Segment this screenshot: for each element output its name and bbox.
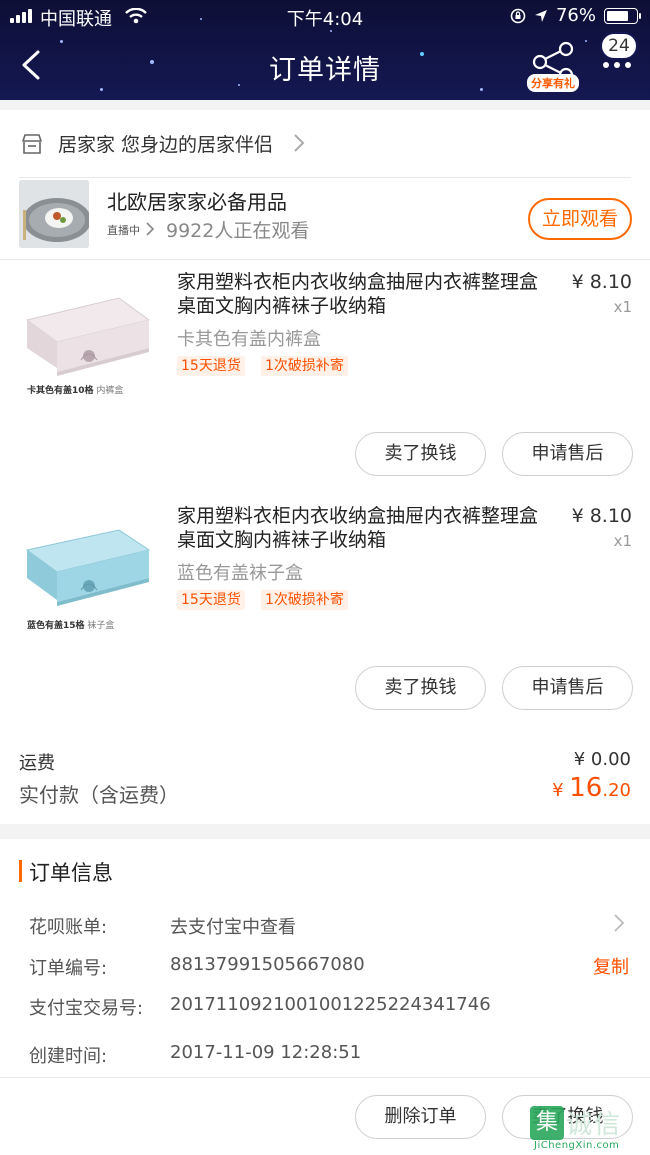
product-quantity: x1 xyxy=(613,298,632,316)
product-image[interactable]: 蓝色有盖15格 袜子盒 xyxy=(19,500,159,640)
battery-percent: 76% xyxy=(555,5,596,26)
store-icon xyxy=(22,134,42,154)
divider xyxy=(19,177,631,178)
paid-integer: 16 xyxy=(569,773,603,803)
product-price: ¥ 8.10 xyxy=(571,505,632,527)
product-spec: 卡其色有盖内裤盒 xyxy=(177,329,321,350)
copy-button[interactable]: 复制 xyxy=(593,953,629,979)
watermark-mark: 集 xyxy=(530,1106,564,1140)
after-sale-button[interactable]: 申请售后 xyxy=(502,666,633,710)
watermark-text: 诚信 xyxy=(566,1110,623,1140)
order-number: 88137991505667080 xyxy=(170,954,365,975)
section-accent-bar xyxy=(19,860,22,882)
info-label: 花呗账单: xyxy=(29,917,108,938)
image-caption: 卡其色有盖10格 xyxy=(27,386,94,396)
image-caption-sub: 内裤盒 xyxy=(96,386,124,396)
sell-button[interactable]: 卖了换钱 xyxy=(355,432,486,476)
product-title[interactable]: 家用塑料衣柜内衣收纳盒抽屉内衣裤整理盒桌面文胸内裤袜子收纳箱 xyxy=(177,504,555,552)
created-time: 2017-11-09 12:28:51 xyxy=(170,1042,362,1063)
return-policy-tag: 15天退货 xyxy=(177,356,245,376)
divider xyxy=(0,1077,650,1078)
divider xyxy=(0,259,650,260)
shop-row[interactable]: 居家家 您身边的居家伴侣 xyxy=(0,122,650,166)
paid-currency: ¥ xyxy=(552,780,570,801)
orientation-lock-icon xyxy=(510,8,526,23)
live-status-tag: 直播中 xyxy=(107,224,140,237)
navigation-header: 中国联通 下午4:04 76% 订单详情 分享有礼 24 xyxy=(0,0,650,100)
more-icon[interactable] xyxy=(603,62,631,68)
product-image[interactable]: 卡其色有盖10格 内裤盒 xyxy=(19,268,159,408)
image-caption-sub: 袜子盒 xyxy=(87,621,115,631)
info-label: 创建时间: xyxy=(29,1046,108,1067)
paid-label: 实付款（含运费） xyxy=(19,783,179,807)
section-title: 订单信息 xyxy=(29,861,113,885)
shipping-label: 运费 xyxy=(19,753,55,774)
info-label: 支付宝交易号: xyxy=(29,998,144,1019)
share-reward-badge[interactable]: 分享有礼 xyxy=(527,74,579,92)
product-spec: 蓝色有盖袜子盒 xyxy=(177,563,303,584)
viewer-count: 9922人正在观看 xyxy=(166,220,310,242)
divider xyxy=(0,824,650,839)
battery-icon xyxy=(604,7,641,24)
location-icon xyxy=(534,9,547,22)
chevron-right-icon[interactable] xyxy=(613,913,625,933)
product-title[interactable]: 家用塑料衣柜内衣收纳盒抽屉内衣裤整理盒桌面文胸内裤袜子收纳箱 xyxy=(177,270,555,318)
damage-resend-tag: 1次破损补寄 xyxy=(261,590,348,610)
watermark-logo: 集 诚信 JiChengXin.com xyxy=(530,1102,648,1152)
sell-button[interactable]: 卖了换钱 xyxy=(355,666,486,710)
info-label: 订单编号: xyxy=(29,958,108,979)
alipay-trade-number: 2017110921001001225224341746 xyxy=(170,994,491,1015)
watch-now-button[interactable]: 立即观看 xyxy=(528,198,632,240)
chevron-right-icon xyxy=(294,134,305,152)
damage-resend-tag: 1次破损补寄 xyxy=(261,356,348,376)
product-quantity: x1 xyxy=(613,532,632,550)
delete-order-button[interactable]: 删除订单 xyxy=(355,1095,486,1139)
paid-total: ¥ 16.20 xyxy=(552,773,631,803)
live-title[interactable]: 北欧居家家必备用品 xyxy=(107,186,287,215)
divider xyxy=(0,100,650,110)
return-policy-tag: 15天退货 xyxy=(177,590,245,610)
huabei-bill-link[interactable]: 去支付宝中查看 xyxy=(170,913,296,939)
image-caption: 蓝色有盖15格 xyxy=(27,621,85,631)
product-price: ¥ 8.10 xyxy=(571,271,632,293)
live-stream-thumbnail[interactable] xyxy=(19,180,89,248)
watermark-url: JiChengXin.com xyxy=(534,1140,620,1151)
shop-name: 居家家 您身边的居家伴侣 xyxy=(58,134,274,156)
paid-decimal: .20 xyxy=(602,780,631,801)
shipping-value: ¥ 0.00 xyxy=(573,749,631,770)
message-count-badge: 24 xyxy=(600,32,638,60)
chevron-right-icon xyxy=(146,222,155,236)
status-bar: 中国联通 下午4:04 76% xyxy=(0,5,650,30)
after-sale-button[interactable]: 申请售后 xyxy=(502,432,633,476)
